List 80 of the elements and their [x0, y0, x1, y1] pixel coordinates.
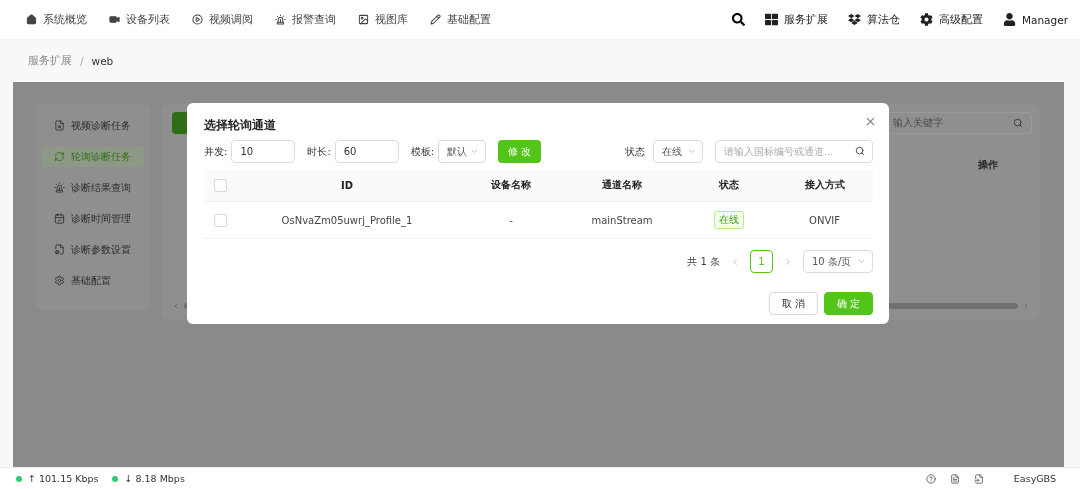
close-icon[interactable] [864, 115, 877, 128]
nav-item[interactable]: 算法仓 [847, 12, 900, 27]
template-select[interactable]: 默认 [438, 140, 487, 163]
calendar-icon [54, 213, 65, 224]
select-all-checkbox[interactable] [214, 178, 227, 192]
user-icon [1002, 13, 1016, 26]
search-icon[interactable] [855, 146, 865, 156]
nav-item[interactable]: 高级配置 [919, 12, 983, 27]
app-name: EasyGBS [1013, 473, 1056, 484]
page-size-select[interactable]: 10 条/页 [803, 250, 873, 273]
total-count: 共 1 条 [687, 254, 720, 269]
user-menu[interactable]: Manager [1002, 13, 1068, 26]
row-checkbox[interactable] [214, 213, 227, 227]
caret-icon [687, 147, 696, 156]
field-label: 时长: [307, 144, 331, 159]
boxes-icon [847, 13, 861, 26]
previous-page-icon[interactable] [730, 256, 740, 267]
scroll-left-icon[interactable] [172, 302, 180, 310]
sidebar-item[interactable]: 诊断时间管理 [42, 208, 144, 229]
file-settings-icon [54, 244, 65, 255]
breadcrumb-item: web [91, 55, 114, 67]
column-header: 通道名称 [601, 178, 643, 192]
table-cell-text: ONVIF [808, 214, 841, 226]
sidebar-item[interactable]: 诊断结果查询 [42, 177, 144, 198]
next-page-icon[interactable] [783, 256, 793, 267]
siren-icon [54, 182, 65, 193]
refresh-icon [54, 151, 65, 162]
nav-item[interactable]: 服务扩展 [764, 12, 828, 27]
sidebar-item[interactable]: 诊断参数设置 [42, 239, 144, 260]
nav-item[interactable]: 基础配置 [430, 12, 491, 27]
nav-item[interactable]: 视频调阅 [192, 12, 253, 27]
table-cell-text: mainStream [590, 214, 654, 226]
caret-icon [857, 257, 866, 266]
play-icon [192, 14, 203, 25]
status-tag: 在线 [714, 211, 744, 229]
siren-icon [275, 14, 286, 25]
cancel-button[interactable]: 取 消 [768, 292, 818, 315]
table-cell-text: OsNvaZm05uwrj_Profile_1 [280, 214, 414, 226]
pencil-icon [430, 14, 441, 25]
home-icon [26, 14, 37, 25]
field-label: 状态 [625, 144, 645, 159]
grid-icon [764, 13, 778, 26]
file-search-icon [54, 120, 65, 131]
column-header: ID [340, 179, 354, 191]
help-icon[interactable] [925, 473, 936, 484]
gear-icon [919, 13, 933, 26]
upload-rate: ↑ 101.15 Kbps [28, 473, 99, 484]
settings-icon [54, 275, 65, 286]
file-import-icon[interactable] [973, 473, 984, 484]
column-header: 设备名称 [490, 178, 532, 192]
sidebar-item[interactable]: 视频诊断任务 [42, 115, 144, 136]
nav-item[interactable]: 系统概览 [26, 12, 87, 27]
status-dot [16, 475, 22, 482]
nav-item[interactable]: 设备列表 [109, 12, 170, 27]
nav-item[interactable]: 视图库 [358, 12, 408, 27]
search-icon [1013, 118, 1023, 128]
field-label: 并发: [204, 144, 228, 159]
channel-search-field[interactable]: 请输入国标编号或通道... [715, 140, 873, 163]
status-select[interactable]: 在线 [653, 140, 703, 163]
table-cell-text: - [508, 214, 514, 226]
scroll-right-icon[interactable] [1022, 302, 1030, 310]
number-input[interactable]: 10 [231, 140, 296, 163]
column-header: 操作 [978, 158, 998, 172]
status-dot [112, 475, 119, 482]
breadcrumb-separator: / [80, 55, 84, 67]
column-header: 接入方式 [803, 178, 846, 192]
field-label: 模板: [410, 144, 435, 159]
search-icon[interactable] [731, 13, 745, 26]
caret-icon [470, 147, 480, 156]
dialog-title: 选择轮询通道 [204, 117, 277, 134]
breadcrumb-item[interactable]: 服务扩展 [28, 54, 72, 68]
sidebar-item[interactable]: 基础配置 [42, 270, 144, 291]
document-icon[interactable] [949, 473, 960, 484]
placeholder-text: 输入关键字 [893, 116, 943, 130]
number-input[interactable]: 60 [334, 140, 399, 163]
image-icon [358, 14, 369, 25]
video-camera-icon [109, 14, 120, 25]
column-header: 状态 [717, 178, 740, 192]
nav-item[interactable]: 报警查询 [275, 12, 336, 27]
download-rate: ↓ 8.18 Mbps [124, 473, 185, 484]
